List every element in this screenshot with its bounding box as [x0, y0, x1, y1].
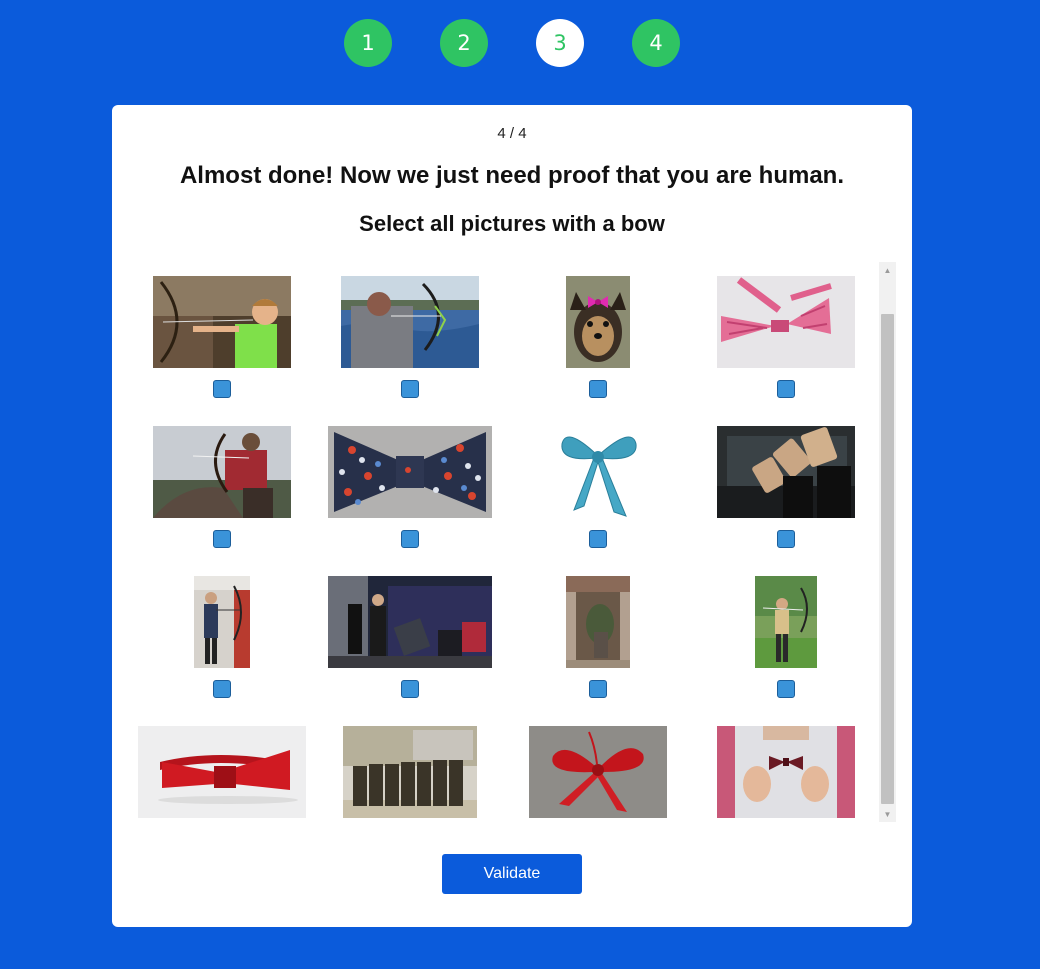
- validate-button[interactable]: Validate: [442, 854, 582, 894]
- image-grid[interactable]: [112, 262, 878, 822]
- progress-steps: 1 2 3 4: [0, 19, 1040, 67]
- image-checkbox[interactable]: [213, 530, 231, 548]
- teal-ribbon-bow-image[interactable]: [556, 426, 640, 518]
- archer-lake-image[interactable]: [341, 276, 479, 368]
- red-bowtie-image[interactable]: [138, 726, 306, 818]
- business-bowing-image[interactable]: [328, 576, 492, 668]
- man-bowtie-image[interactable]: [717, 726, 855, 818]
- page-title: Almost done! Now we just need proof that…: [179, 162, 845, 189]
- image-checkbox[interactable]: [589, 380, 607, 398]
- image-checkbox[interactable]: [589, 530, 607, 548]
- grid-cell: [328, 412, 492, 552]
- dog-hair-bow-image[interactable]: [566, 276, 630, 368]
- grid-cell: [518, 412, 678, 552]
- captcha-card: 4 / 4 Almost done! Now we just need proo…: [112, 105, 912, 927]
- grid-cell: [142, 562, 302, 702]
- grid-cell: [706, 562, 866, 702]
- image-checkbox[interactable]: [401, 530, 419, 548]
- scrollbar-thumb[interactable]: [881, 314, 894, 804]
- image-grid-scrollbar[interactable]: ▲ ▼: [879, 262, 896, 822]
- step-2: 2: [440, 19, 488, 67]
- image-checkbox[interactable]: [213, 380, 231, 398]
- image-checkbox[interactable]: [777, 680, 795, 698]
- grid-cell: [330, 262, 490, 402]
- grid-cell: [706, 712, 866, 822]
- grid-cell: [706, 412, 866, 552]
- scroll-down-arrow-icon[interactable]: ▼: [879, 806, 896, 822]
- step-3-active: 3: [536, 19, 584, 67]
- grid-cell: [330, 712, 490, 822]
- group-bowing-image[interactable]: [343, 726, 477, 818]
- floral-bowtie-image[interactable]: [328, 426, 492, 518]
- grid-cell: [706, 262, 866, 402]
- grid-cell: [138, 712, 306, 822]
- step-4: 4: [632, 19, 680, 67]
- image-checkbox[interactable]: [777, 530, 795, 548]
- image-checkbox[interactable]: [589, 680, 607, 698]
- captcha-instruction: Select all pictures with a bow: [359, 211, 665, 236]
- indoor-archer-image[interactable]: [194, 576, 250, 668]
- grid-cell: [518, 262, 678, 402]
- grid-cell: [328, 562, 492, 702]
- horseback-archer-image[interactable]: [153, 426, 291, 518]
- red-ribbon-bow-image[interactable]: [529, 726, 667, 818]
- pink-plaid-bowtie-image[interactable]: [717, 276, 855, 368]
- garden-doorway-image[interactable]: [566, 576, 630, 668]
- people-bowing-boxes-image[interactable]: [717, 426, 855, 518]
- grid-cell: [142, 262, 302, 402]
- image-checkbox[interactable]: [401, 380, 419, 398]
- archery-boy-image[interactable]: [153, 276, 291, 368]
- image-checkbox[interactable]: [401, 680, 419, 698]
- grid-cell: [518, 712, 678, 822]
- page-counter: 4 / 4: [497, 125, 527, 142]
- grid-cell: [142, 412, 302, 552]
- image-checkbox[interactable]: [213, 680, 231, 698]
- image-checkbox[interactable]: [777, 380, 795, 398]
- step-1: 1: [344, 19, 392, 67]
- outdoor-archer-image[interactable]: [755, 576, 817, 668]
- grid-cell: [518, 562, 678, 702]
- scroll-up-arrow-icon[interactable]: ▲: [879, 262, 896, 278]
